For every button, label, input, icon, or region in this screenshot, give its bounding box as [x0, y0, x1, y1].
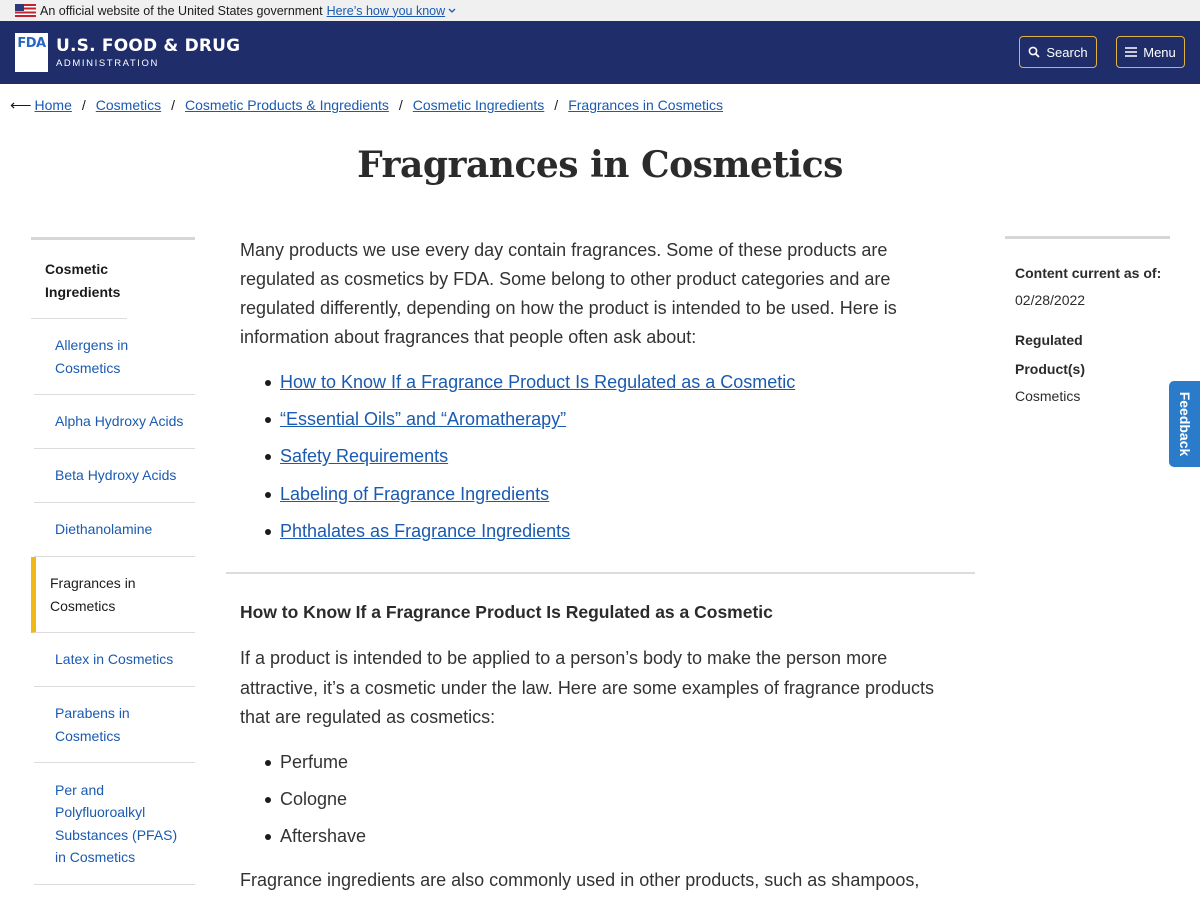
agency-name[interactable]: U.S. FOOD & DRUG ADMINISTRATION	[56, 37, 240, 69]
continuation-paragraph: Fragrance ingredients are also commonly …	[240, 870, 920, 891]
back-arrow-icon: ⟵	[10, 97, 32, 114]
list-item: Safety Requirements	[240, 442, 930, 479]
sidebar-item-latex[interactable]: Latex in Cosmetics	[34, 633, 195, 687]
sidebar-item-pfas[interactable]: Per and Polyfluoroalkyl Substances (PFAS…	[34, 763, 195, 885]
sidebar-heading[interactable]: Cosmetic Ingredients	[31, 240, 127, 319]
breadcrumb: ⟵ Home / Cosmetics / Cosmetic Products &…	[10, 97, 724, 114]
list-item: Perfume	[240, 748, 960, 785]
search-button[interactable]: Search	[1019, 36, 1097, 68]
agency-name-line1: U.S. FOOD & DRUG	[56, 36, 241, 56]
gov-banner: An official website of the United States…	[0, 0, 1200, 21]
search-icon	[1028, 46, 1041, 58]
topic-link-list: How to Know If a Fragrance Product Is Re…	[240, 368, 930, 554]
sidebar-item-parabens[interactable]: Parabens in Cosmetics	[34, 687, 195, 763]
link-regulated-as-cosmetic[interactable]: How to Know If a Fragrance Product Is Re…	[280, 372, 795, 392]
gov-banner-text: An official website of the United States…	[40, 3, 323, 18]
list-item: Phthalates as Fragrance Ingredients	[240, 517, 930, 554]
regulated-products-value: Cosmetics	[1015, 388, 1081, 404]
chevron-down-icon	[448, 8, 456, 13]
us-flag-icon	[15, 4, 36, 17]
link-essential-oils[interactable]: “Essential Oils” and “Aromatherapy”	[280, 409, 566, 429]
sidebar-item-allergens[interactable]: Allergens in Cosmetics	[34, 319, 195, 395]
page-title: Fragrances in Cosmetics	[357, 144, 843, 186]
sidebar-item-alpha-hydroxy-acids[interactable]: Alpha Hydroxy Acids	[34, 395, 195, 449]
breadcrumb-fragrances[interactable]: Fragrances in Cosmetics	[568, 97, 723, 113]
hamburger-icon	[1125, 47, 1138, 57]
link-safety-requirements[interactable]: Safety Requirements	[280, 446, 448, 466]
breadcrumb-cosmetic-products[interactable]: Cosmetic Products & Ingredients	[185, 97, 389, 113]
regulated-products-label: Regulated Product(s)	[1015, 332, 1085, 377]
content-current-label: Content current as of:	[1015, 265, 1162, 281]
sidebar-item-fragrances[interactable]: Fragrances in Cosmetics	[31, 557, 195, 633]
agency-name-line2: ADMINISTRATION	[56, 58, 159, 69]
list-item: Labeling of Fragrance Ingredients	[240, 480, 930, 517]
example-list: Perfume Cologne Aftershave	[240, 748, 960, 860]
content-date: 02/28/2022	[1015, 292, 1086, 308]
section-body: If a product is intended to be applied t…	[240, 644, 960, 896]
sidebar-nav: Cosmetic Ingredients Allergens in Cosmet…	[31, 237, 195, 885]
breadcrumb-cosmetic-ingredients[interactable]: Cosmetic Ingredients	[413, 97, 545, 113]
content-meta: Content current as of: 02/28/2022 Regula…	[1005, 236, 1170, 406]
fda-logo[interactable]: FDA	[15, 33, 48, 72]
sidebar-item-diethanolamine[interactable]: Diethanolamine	[34, 503, 195, 557]
breadcrumb-cosmetics[interactable]: Cosmetics	[96, 97, 161, 113]
breadcrumb-home[interactable]: Home	[35, 97, 72, 113]
how-you-know-link[interactable]: Here’s how you know	[327, 4, 457, 18]
list-item: Cologne	[240, 785, 960, 822]
link-labeling[interactable]: Labeling of Fragrance Ingredients	[280, 484, 549, 504]
menu-button[interactable]: Menu	[1116, 36, 1185, 68]
list-item: How to Know If a Fragrance Product Is Re…	[240, 368, 930, 405]
section-paragraph: If a product is intended to be applied t…	[240, 648, 934, 727]
section-heading: How to Know If a Fragrance Product Is Re…	[240, 602, 773, 622]
list-item: Aftershave	[240, 822, 960, 859]
intro-paragraph: Many products we use every day contain f…	[240, 240, 897, 347]
section-divider	[226, 572, 975, 574]
sidebar-item-beta-hydroxy-acids[interactable]: Beta Hydroxy Acids	[34, 449, 195, 503]
site-header: FDA U.S. FOOD & DRUG ADMINISTRATION Sear…	[0, 21, 1200, 84]
main-content: Many products we use every day contain f…	[240, 236, 930, 554]
list-item: “Essential Oils” and “Aromatherapy”	[240, 405, 930, 442]
feedback-tab[interactable]: Feedback	[1169, 381, 1200, 467]
link-phthalates[interactable]: Phthalates as Fragrance Ingredients	[280, 521, 570, 541]
